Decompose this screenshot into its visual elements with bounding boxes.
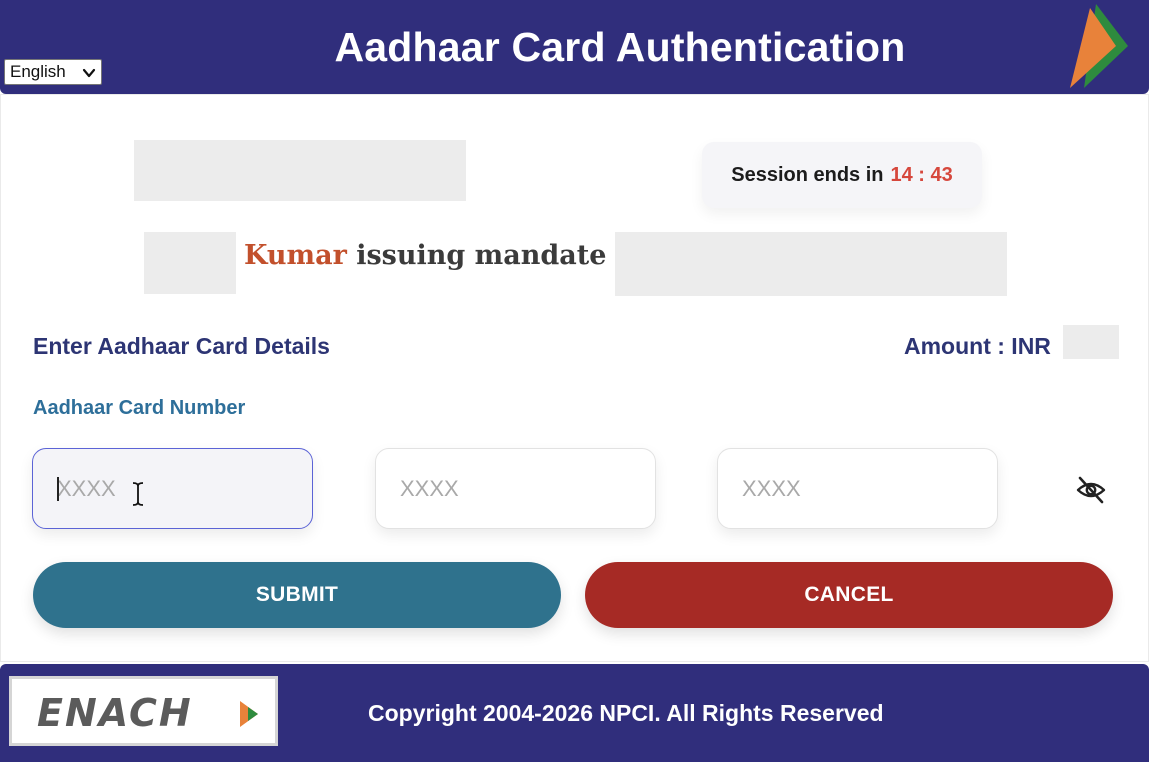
aadhaar-input-3[interactable] — [717, 448, 998, 529]
enach-logo-text: ENACH — [37, 691, 193, 735]
enach-arrow-icon — [240, 701, 258, 727]
redacted-merchant-name — [615, 232, 1007, 296]
aadhaar-input-2[interactable] — [375, 448, 656, 529]
language-select[interactable]: English — [4, 59, 102, 85]
eye-slash-icon[interactable] — [1075, 474, 1107, 506]
section-title: Enter Aadhaar Card Details — [33, 333, 330, 359]
amount-label: Amount : INR — [904, 333, 1051, 359]
language-select-value: English — [10, 62, 66, 81]
redacted-amount-value — [1063, 325, 1119, 359]
session-timer-value: 14 : 43 — [890, 163, 953, 186]
redacted-merchant-logo — [134, 140, 466, 201]
cancel-button[interactable]: CANCEL — [585, 562, 1113, 628]
page-title: Aadhaar Card Authentication — [334, 24, 906, 70]
header-bar: English Aadhaar Card Authentication — [0, 0, 1149, 94]
aadhaar-input-1[interactable] — [32, 448, 313, 529]
npci-logo-icon — [1070, 4, 1128, 88]
copyright-text: Copyright 2004-2026 NPCI. All Rights Res… — [368, 700, 884, 726]
enach-logo: ENACH — [9, 676, 278, 746]
submit-button[interactable]: SUBMIT — [33, 562, 561, 628]
page: English Aadhaar Card Authentication Sess… — [0, 0, 1152, 762]
customer-name: Kumar — [244, 240, 347, 271]
aadhaar-number-label: Aadhaar Card Number — [33, 397, 246, 419]
text-cursor-icon — [132, 482, 144, 506]
session-timer-badge: Session ends in 14 : 43 — [702, 142, 982, 208]
session-label: Session ends in — [731, 163, 884, 186]
text-caret — [57, 477, 59, 501]
chevron-down-icon — [82, 68, 96, 78]
footer-bar: ENACH Copyright 2004-2026 NPCI. All Righ… — [0, 664, 1149, 762]
mandate-description: Kumar issuing mandate to — [244, 240, 646, 271]
mandate-text: issuing mandate to — [356, 240, 647, 271]
redacted-customer-first-name — [144, 232, 236, 294]
